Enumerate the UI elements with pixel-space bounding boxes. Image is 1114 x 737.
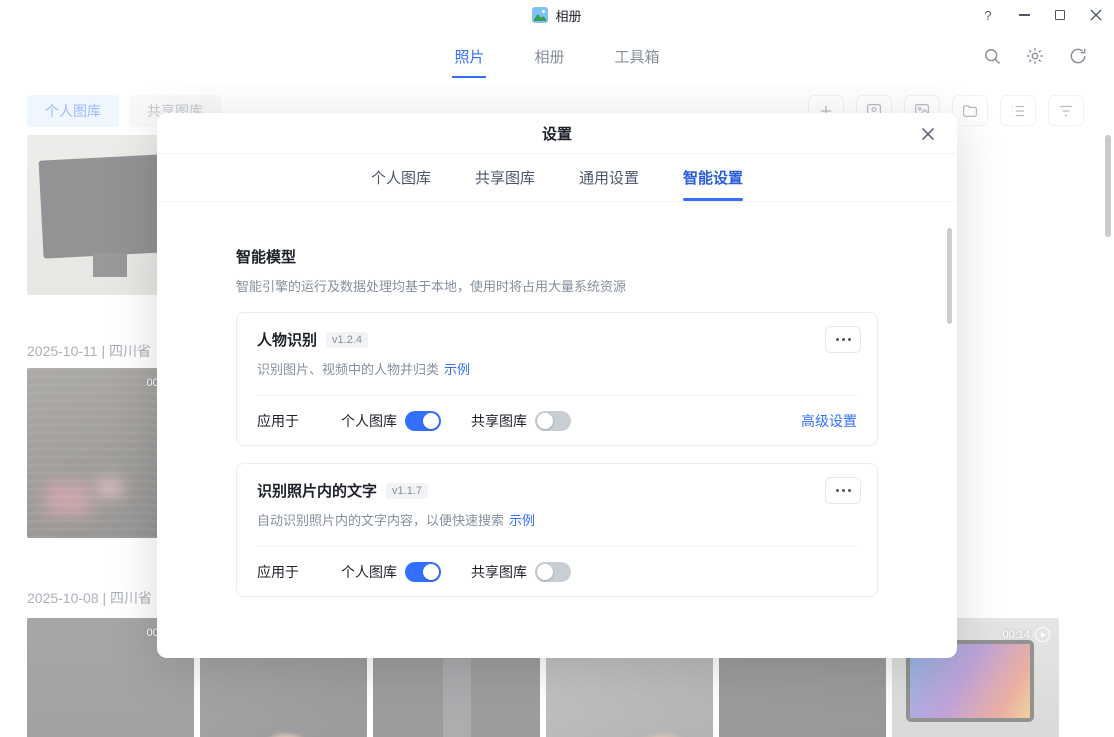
section-title: 智能模型: [236, 249, 297, 266]
toggle-label-personal: 个人图库: [341, 564, 397, 580]
minimize-icon[interactable]: [1006, 0, 1042, 30]
apply-to-label: 应用于: [257, 564, 299, 580]
model-title: 人物识别: [257, 332, 318, 349]
shared-library-toggle[interactable]: [535, 411, 571, 431]
model-title: 识别照片内的文字: [257, 483, 378, 500]
toggle-label-shared: 共享图库: [471, 564, 527, 580]
app-title: 相册: [555, 8, 582, 24]
personal-library-toggle[interactable]: [405, 562, 441, 582]
tab-smart-settings[interactable]: 智能设置: [683, 167, 744, 201]
close-icon[interactable]: [919, 125, 937, 143]
top-nav: 照片 相册 工具箱: [0, 30, 1114, 84]
toggle-label-personal: 个人图库: [341, 413, 397, 429]
tab-toolbox[interactable]: 工具箱: [613, 42, 662, 78]
model-description: 自动识别照片内的文字内容，以便快速搜索 示例: [257, 513, 536, 528]
section-subtitle: 智能引擎的运行及数据处理均基于本地，使用时将占用大量系统资源: [236, 279, 627, 294]
titlebar: 相册 ?: [0, 0, 1114, 30]
model-card-ocr: 识别照片内的文字 v1.1.7 自动识别照片内的文字内容，以便快速搜索 示例 应用…: [236, 463, 878, 597]
maximize-icon[interactable]: [1042, 0, 1078, 30]
tab-shared-library[interactable]: 共享图库: [475, 167, 535, 201]
tab-albums[interactable]: 相册: [532, 42, 566, 78]
tab-personal-library[interactable]: 个人图库: [371, 167, 431, 201]
help-icon[interactable]: ?: [970, 0, 1006, 30]
personal-library-toggle[interactable]: [405, 411, 441, 431]
dialog-scrollbar[interactable]: [947, 228, 952, 324]
dialog-title: 设置: [541, 126, 572, 143]
more-icon[interactable]: [825, 477, 861, 504]
refresh-icon[interactable]: [1068, 46, 1088, 66]
dialog-header: 设置: [157, 113, 957, 154]
settings-gear-icon[interactable]: [1025, 46, 1045, 66]
version-badge: v1.2.4: [326, 331, 368, 348]
model-description: 识别图片、视频中的人物并归类 示例: [257, 362, 471, 377]
app-logo-icon: [532, 7, 549, 23]
tab-photos[interactable]: 照片: [452, 42, 487, 78]
settings-body: 智能模型 智能引擎的运行及数据处理均基于本地，使用时将占用大量系统资源 人物识别…: [157, 202, 957, 657]
apply-to-label: 应用于: [257, 413, 299, 429]
shared-library-toggle[interactable]: [535, 562, 571, 582]
settings-tabs: 个人图库 共享图库 通用设置 智能设置: [157, 154, 957, 202]
advanced-settings-link[interactable]: 高级设置: [801, 411, 857, 431]
toggle-label-shared: 共享图库: [471, 413, 527, 429]
tab-general-settings[interactable]: 通用设置: [579, 167, 639, 201]
more-icon[interactable]: [825, 326, 861, 353]
version-badge: v1.1.7: [386, 482, 428, 499]
example-link[interactable]: 示例: [444, 362, 470, 377]
search-icon[interactable]: [982, 46, 1002, 66]
settings-dialog: 设置 个人图库 共享图库 通用设置 智能设置 智能模型 智能引擎的运行及数据处理…: [157, 113, 957, 658]
close-icon[interactable]: [1078, 0, 1114, 30]
model-card-person-recognition: 人物识别 v1.2.4 识别图片、视频中的人物并归类 示例 应用于 个人图库 共享…: [236, 312, 878, 446]
app-window: 相册 ? 照片 相册 工具箱 设置 个人图库 共享图库 通用设置 智能设置 智能…: [0, 0, 1114, 737]
example-link[interactable]: 示例: [509, 513, 535, 528]
